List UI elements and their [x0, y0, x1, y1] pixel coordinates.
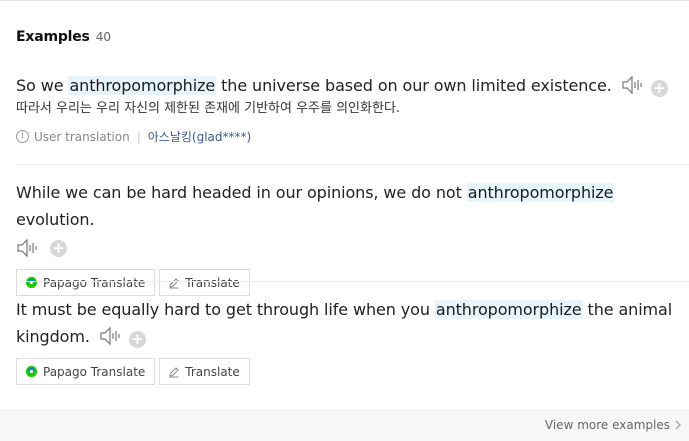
translate-button[interactable]: Translate: [159, 358, 250, 385]
view-more-link[interactable]: View more examples: [545, 418, 681, 432]
speaker-icon[interactable]: [99, 326, 123, 346]
example-count: 40: [95, 30, 111, 44]
translate-label: Translate: [185, 275, 240, 290]
papago-icon: [25, 365, 38, 378]
example-item: It must be equally hard to get through l…: [16, 296, 676, 385]
example-sentence: While we can be hard headed in our opini…: [16, 183, 615, 229]
plus-icon[interactable]: +: [128, 331, 146, 348]
translate-buttons: Papago Translate Translate: [16, 358, 676, 385]
translate-label: Translate: [185, 364, 240, 379]
keyword-highlight[interactable]: anthropomorphize: [466, 183, 615, 202]
section-header: Examples 40: [16, 29, 111, 45]
view-more-label: View more examples: [544, 418, 670, 432]
example-actions: +: [16, 235, 676, 261]
divider: [16, 164, 689, 165]
section-title: Examples: [16, 29, 90, 45]
papago-icon: [25, 276, 38, 289]
top-border: [0, 0, 689, 1]
separator: |: [136, 129, 141, 144]
example-item: So we anthropomorphize the universe base…: [16, 72, 676, 145]
papago-translate-label: Papago Translate: [43, 275, 146, 290]
example-sentence: It must be equally hard to get through l…: [16, 300, 673, 348]
pencil-icon: [169, 366, 179, 377]
example-sentence: So we anthropomorphize the universe base…: [16, 72, 676, 99]
info-icon[interactable]: i: [16, 130, 29, 143]
divider: [16, 281, 689, 282]
speaker-icon[interactable]: [16, 238, 40, 258]
footer-bar: View more examples: [0, 410, 689, 441]
translate-buttons: Papago Translate Translate: [16, 269, 676, 296]
example-item: While we can be hard headed in our opini…: [16, 179, 676, 296]
plus-icon[interactable]: +: [50, 239, 67, 257]
translate-button[interactable]: Translate: [159, 269, 250, 296]
speaker-icon[interactable]: [621, 75, 645, 95]
plus-icon[interactable]: +: [650, 80, 668, 97]
papago-translate-button[interactable]: Papago Translate: [16, 358, 156, 385]
chevron-right-icon: [675, 420, 681, 430]
source-user-link[interactable]: 아스날킹(glad****): [148, 128, 251, 145]
translation-source: i User translation | 아스날킹(glad****): [16, 128, 676, 145]
keyword-highlight[interactable]: anthropomorphize: [68, 76, 217, 95]
example-translation: 따라서 우리는 우리 자신의 제한된 존재에 기반하여 우주를 의인화한다.: [16, 101, 401, 116]
papago-translate-label: Papago Translate: [43, 364, 146, 379]
keyword-highlight[interactable]: anthropomorphize: [434, 300, 583, 319]
pencil-icon: [169, 277, 179, 288]
source-label: User translation: [34, 129, 130, 144]
papago-translate-button[interactable]: Papago Translate: [16, 269, 156, 296]
